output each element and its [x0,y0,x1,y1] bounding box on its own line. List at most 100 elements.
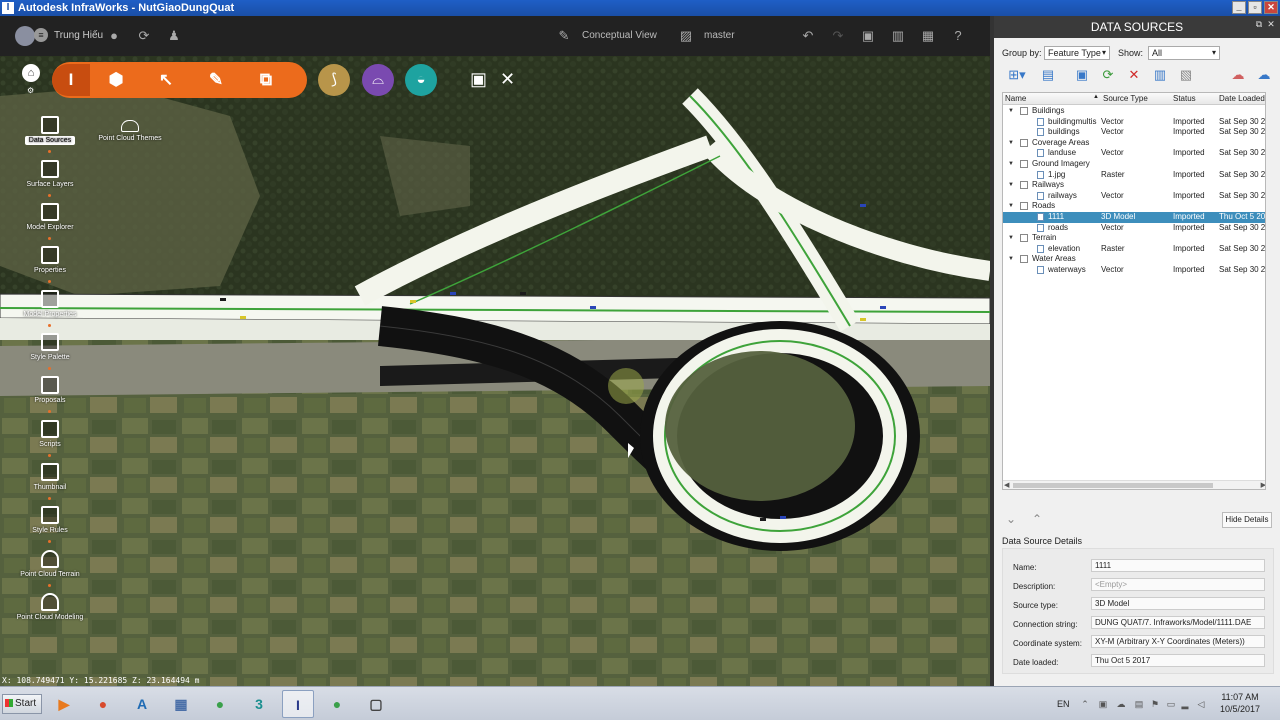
scene-render[interactable] [0,56,990,686]
float-panel-icon[interactable]: ⧉ [1254,19,1264,29]
properties-item[interactable]: Properties [4,246,96,274]
chrome-icon-2[interactable]: ● [204,690,236,718]
style-rules-item[interactable]: Style Rules [4,506,96,534]
table-row[interactable]: 1111 3D Model Imported Thu Oct 5 201 [1003,212,1265,223]
tree-group-row[interactable]: ▼ Ground Imagery [1003,159,1265,170]
collapse-toggle-icon[interactable]: ▼ [1008,138,1014,149]
user-cloud-icon[interactable]: ☁ [1256,67,1272,83]
chrome-icon-3[interactable]: ● [321,690,353,718]
surface-layers-item[interactable]: Surface Layers [4,160,96,188]
configure-icon[interactable]: ▣ [1074,67,1090,83]
grid-icon[interactable]: ▦ [920,28,936,44]
table-row[interactable]: landuse Vector Imported Sat Sep 30 20 [1003,148,1265,159]
horizontal-scrollbar[interactable]: ◀ ▶ [1003,480,1265,489]
volume-icon[interactable]: ◁ [1196,699,1206,709]
scroll-right-icon[interactable]: ▶ [1261,481,1265,489]
proposals-item[interactable]: Proposals [4,376,96,404]
column-date-loaded[interactable]: Date Loaded [1219,94,1265,103]
point-cloud-terrain-item[interactable]: Point Cloud Terrain [4,550,96,578]
collapse-toggle-icon[interactable]: ▼ [1008,106,1014,117]
tree-group-row[interactable]: ▼ Railways [1003,180,1265,191]
collapse-toggle-icon[interactable]: ▼ [1008,233,1014,244]
book-icon[interactable]: ▥ [890,28,906,44]
export-icon[interactable]: ▥ [1152,67,1168,83]
collapse-toggle-icon[interactable]: ▼ [1008,180,1014,191]
visibility-checkbox[interactable] [1020,160,1028,168]
table-row[interactable]: railways Vector Imported Sat Sep 30 20 [1003,191,1265,202]
remove-icon[interactable]: ✕ [1126,67,1142,83]
model-explorer-item[interactable]: Model Explorer [4,203,96,231]
thumbnail-item[interactable]: Thumbnail [4,463,96,491]
collapse-toggle-icon[interactable]: ▼ [1008,254,1014,265]
visibility-checkbox[interactable] [1020,181,1028,190]
network-icon[interactable]: ▂ [1180,699,1190,709]
window-icon[interactable]: ▢ [360,690,392,718]
redo-icon[interactable]: ↷ [830,28,846,44]
help-icon[interactable]: ? [950,28,966,44]
proposal-label[interactable]: master [704,30,735,41]
point-cloud-modeling-item[interactable]: Point Cloud Modeling [4,593,96,621]
table-row[interactable]: buildings Vector Imported Sat Sep 30 20 [1003,127,1265,138]
create-manage-icon[interactable]: ⬢ [104,68,128,92]
visibility-checkbox[interactable] [1020,138,1028,147]
visibility-checkbox[interactable] [1020,234,1028,243]
drainage-icon[interactable]: ◒ [405,64,437,96]
calculator-icon[interactable]: ▦ [165,690,197,718]
view-mode-icon[interactable]: ✎ [556,28,572,44]
presentation-icon[interactable]: ▣ [470,68,487,90]
chrome-icon[interactable]: ● [87,690,119,718]
add-source-icon[interactable]: ⊞▾ [1004,67,1030,83]
drive-icon[interactable]: ☁ [1116,699,1126,709]
language-indicator[interactable]: EN [1057,699,1070,709]
tree-group-row[interactable]: ▼ Buildings [1003,106,1265,117]
point-cloud-themes-item[interactable]: Point Cloud Themes [96,120,164,142]
scroll-thumb[interactable] [1013,483,1213,488]
tree-group-row[interactable]: ▼ Terrain [1003,233,1265,244]
hide-details-button[interactable]: Hide Details [1222,512,1272,528]
table-row[interactable]: waterways Vector Imported Sat Sep 30 20 [1003,265,1265,276]
save-icon[interactable]: ▣ [860,28,876,44]
device-icon[interactable]: ▭ [1166,699,1176,709]
table-row[interactable]: elevation Raster Imported Sat Sep 30 20 [1003,244,1265,255]
3dsmax-icon[interactable]: 3 [243,690,275,718]
view-mode-label[interactable]: Conceptual View [582,30,657,41]
cloud-icon[interactable]: ☁ [1230,67,1246,83]
undo-icon[interactable]: ↶ [800,28,816,44]
close-panel-icon[interactable]: ✕ [1266,19,1276,29]
person-icon[interactable]: ♟ [166,28,182,44]
start-button[interactable]: Start [2,694,42,714]
collapse-up-icon[interactable]: ⌃ [1032,512,1042,526]
show-select[interactable]: All [1148,46,1220,60]
table-row[interactable]: buildingmultis Vector Imported Sat Sep 30 2… [1003,117,1265,128]
new-source-icon[interactable]: ▤ [1040,67,1056,83]
tools-icon[interactable]: ✕ [500,68,515,90]
tree-group-row[interactable]: ▼ Coverage Areas [1003,138,1265,149]
3d-viewport[interactable] [0,56,990,686]
expand-down-icon[interactable]: ⌄ [1006,512,1016,526]
bridge-icon[interactable]: ⌓ [362,64,394,96]
tray-app-icon[interactable]: ▣ [1098,699,1108,709]
select-icon[interactable]: ↖ [154,68,178,92]
sketch-icon[interactable]: ✎ [204,68,228,92]
avatar[interactable] [15,26,35,46]
tray-doc-icon[interactable]: ▤ [1134,699,1144,709]
restore-button[interactable]: ▫ [1248,1,1262,14]
detail-description-value[interactable]: <Empty> [1091,578,1265,591]
tree-group-row[interactable]: ▼ Water Areas [1003,254,1265,265]
model-properties-item[interactable]: Model Properties [4,290,96,318]
minimize-button[interactable]: _ [1232,1,1246,14]
refresh-icon[interactable]: ⟳ [1100,67,1116,83]
proposal-icon[interactable]: ▨ [678,28,694,44]
flag-icon[interactable]: ⚑ [1150,699,1160,709]
roads-icon[interactable]: ⟆ [318,64,350,96]
detail-name-value[interactable]: 1111 [1091,559,1265,572]
data-sources-item[interactable]: Data Sources [4,116,96,145]
autocad-icon[interactable]: A [126,690,158,718]
collapse-toggle-icon[interactable]: ▼ [1008,201,1014,212]
analyze-icon[interactable]: ⧉ [254,68,278,92]
tree-group-row[interactable]: ▼ Roads [1003,201,1265,212]
visibility-checkbox[interactable] [1020,107,1028,115]
tray-expand-icon[interactable]: ⌃ [1080,699,1090,709]
table-row[interactable]: roads Vector Imported Sat Sep 30 20 [1003,223,1265,234]
group-by-select[interactable]: Feature Type [1044,46,1110,60]
